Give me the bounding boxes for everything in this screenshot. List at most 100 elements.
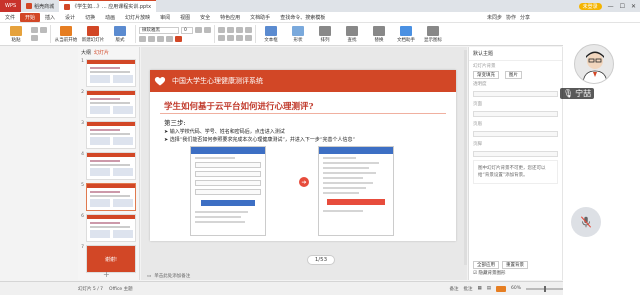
menu-slideshow[interactable]: 幻灯片放映 xyxy=(120,14,155,21)
tab-docer-store[interactable]: 稻壳商城 xyxy=(21,0,59,12)
shrink-font-icon[interactable] xyxy=(204,27,211,33)
align-left-icon[interactable] xyxy=(218,35,225,41)
notes-bar[interactable]: ▭ 单击此处添加备注 xyxy=(141,272,467,280)
menu-doc-assistant[interactable]: 文档助手 xyxy=(245,14,275,21)
page-field[interactable] xyxy=(473,111,558,117)
docer-icon xyxy=(26,3,33,9)
maximize-icon[interactable]: ☐ xyxy=(620,3,625,10)
align-center-icon[interactable] xyxy=(227,35,234,41)
menu-animations[interactable]: 动画 xyxy=(100,14,120,21)
apply-all-button[interactable]: 全部应用 xyxy=(473,261,499,269)
normal-view-icon[interactable]: ▦ xyxy=(477,286,481,291)
copy-icon[interactable] xyxy=(40,27,47,33)
footer-field[interactable] xyxy=(473,151,558,157)
grow-font-icon[interactable] xyxy=(195,27,202,33)
doc-assistant-button[interactable]: 文档助手 xyxy=(394,25,418,43)
current-slide[interactable]: 中国大学生心理健康测评系统 学生如何基于云平台如何进行心理测评? 第三步: ➤ … xyxy=(150,70,456,241)
slide-number: 5 xyxy=(81,183,84,188)
menu-insert[interactable]: 插入 xyxy=(40,14,60,21)
layout-button[interactable]: 版式 xyxy=(108,25,132,43)
share-button[interactable]: 分享 xyxy=(520,14,530,21)
format-painter-icon[interactable] xyxy=(31,35,38,41)
italic-icon[interactable] xyxy=(148,35,155,42)
outdent-icon[interactable] xyxy=(245,27,252,33)
login-badge[interactable]: 未登录 xyxy=(578,2,602,10)
gradient-fill-option[interactable]: 渐变填充 xyxy=(473,71,499,79)
arrange-button[interactable]: 排列 xyxy=(313,25,337,43)
menu-review[interactable]: 审阅 xyxy=(155,14,175,21)
comments-toggle[interactable]: 批注 xyxy=(463,286,472,292)
new-slide-button[interactable]: 新建幻灯片 xyxy=(81,25,105,43)
cut-icon[interactable] xyxy=(31,27,38,33)
ribbon-toolbar: 粘贴 从当前开始 新建幻灯片 版式 微软雅黑 0 文本框 形状 排列 查找 替换… xyxy=(0,23,640,46)
slide-thumbnail-selected[interactable]: 5 xyxy=(78,183,140,211)
add-slide-button[interactable]: + xyxy=(103,270,110,279)
indent-icon[interactable] xyxy=(236,27,243,33)
menu-transitions[interactable]: 切换 xyxy=(80,14,100,21)
textbox-button[interactable]: 文本框 xyxy=(259,25,283,43)
slideshow-play-icon[interactable] xyxy=(495,285,506,292)
theme-name: Office 主题 xyxy=(109,286,133,292)
play-from-current-button[interactable]: 从当前开始 xyxy=(54,25,78,43)
tab-presentation[interactable]: 《学生如...》... 应用课程实训.pptx xyxy=(59,0,157,12)
sync-status[interactable]: 未同步 xyxy=(487,14,502,21)
font-name-select[interactable]: 微软雅黑 xyxy=(139,26,179,34)
notes-toggle[interactable]: 备注 xyxy=(449,286,458,292)
slide-number: 2 xyxy=(81,90,84,95)
strikethrough-icon[interactable] xyxy=(166,35,173,42)
shapes-button[interactable]: 形状 xyxy=(286,25,310,43)
find-button[interactable]: 查找 xyxy=(340,25,364,43)
field-label: 页面 xyxy=(473,102,482,107)
slide-thumbnail[interactable]: 1 xyxy=(78,59,140,87)
slide-thumbnail[interactable]: 3 xyxy=(78,121,140,149)
bullets-icon[interactable] xyxy=(218,27,225,33)
tab-slides[interactable]: 幻灯片 xyxy=(94,49,109,56)
menu-design[interactable]: 设计 xyxy=(60,14,80,21)
vertical-scrollbar[interactable] xyxy=(464,50,467,265)
menu-bar: 文件 开始 插入 设计 切换 动画 幻灯片放映 审阅 视图 安全 特色应用 文档… xyxy=(0,12,640,23)
thumbnail-image xyxy=(86,121,136,149)
file-menu[interactable]: 文件 xyxy=(0,14,20,21)
menu-view[interactable]: 视图 xyxy=(175,14,195,21)
reset-background-button[interactable]: 重置背景 xyxy=(502,261,528,269)
paste-button[interactable]: 粘贴 xyxy=(4,25,28,43)
slide-thumbnail[interactable]: 4 xyxy=(78,152,140,180)
hide-background-checkbox[interactable]: ☑ 隐藏背景图形 xyxy=(473,270,505,276)
layout-icon xyxy=(114,25,126,36)
slide-number: 4 xyxy=(81,152,84,157)
menu-security[interactable]: 安全 xyxy=(195,14,215,21)
play-icon xyxy=(60,25,72,36)
justify-icon[interactable] xyxy=(245,35,252,41)
header-field[interactable] xyxy=(473,131,558,137)
field-label: 透明度 xyxy=(473,82,487,87)
underline-icon[interactable] xyxy=(157,35,164,42)
show-icons-button[interactable]: 显示图标 xyxy=(421,25,445,43)
bullet-text: 选择“我们能否如何参照要求完成本次心理健康测试”，并进入下一步“完善个人信息” xyxy=(169,137,356,143)
numbering-icon[interactable] xyxy=(227,27,234,33)
tab-outline[interactable]: 大纲 xyxy=(81,49,91,56)
zoom-slider[interactable] xyxy=(526,285,566,292)
minimize-icon[interactable]: — xyxy=(608,3,614,10)
clipboard-tools xyxy=(31,27,47,41)
zoom-level[interactable]: 60% xyxy=(511,286,521,291)
slide-thumbnail[interactable]: 2 xyxy=(78,90,140,118)
layout-label: 版式 xyxy=(115,37,125,43)
tab-wps[interactable]: WPS xyxy=(0,0,22,12)
mute-microphone-button[interactable] xyxy=(571,207,601,237)
transparency-field[interactable] xyxy=(473,91,558,97)
slide-thumbnail[interactable]: 7 谢谢! xyxy=(78,245,140,273)
align-right-icon[interactable] xyxy=(236,35,243,41)
replace-button[interactable]: 替换 xyxy=(367,25,391,43)
font-color-icon[interactable] xyxy=(175,35,182,42)
picture-fill-option[interactable]: 图片 xyxy=(504,71,522,79)
close-icon[interactable]: ✕ xyxy=(631,3,636,10)
bold-icon[interactable] xyxy=(139,35,146,42)
menu-home[interactable]: 开始 xyxy=(20,12,41,22)
command-search[interactable]: 查找命令、搜索模板 xyxy=(275,14,330,21)
sorter-view-icon[interactable]: ▤ xyxy=(487,286,491,291)
font-size-select[interactable]: 0 xyxy=(181,26,193,34)
menu-special[interactable]: 特色应用 xyxy=(215,14,245,21)
thumbnail-image xyxy=(86,90,136,118)
slide-thumbnail[interactable]: 6 xyxy=(78,214,140,242)
collaborate-button[interactable]: 协作 xyxy=(506,14,516,21)
